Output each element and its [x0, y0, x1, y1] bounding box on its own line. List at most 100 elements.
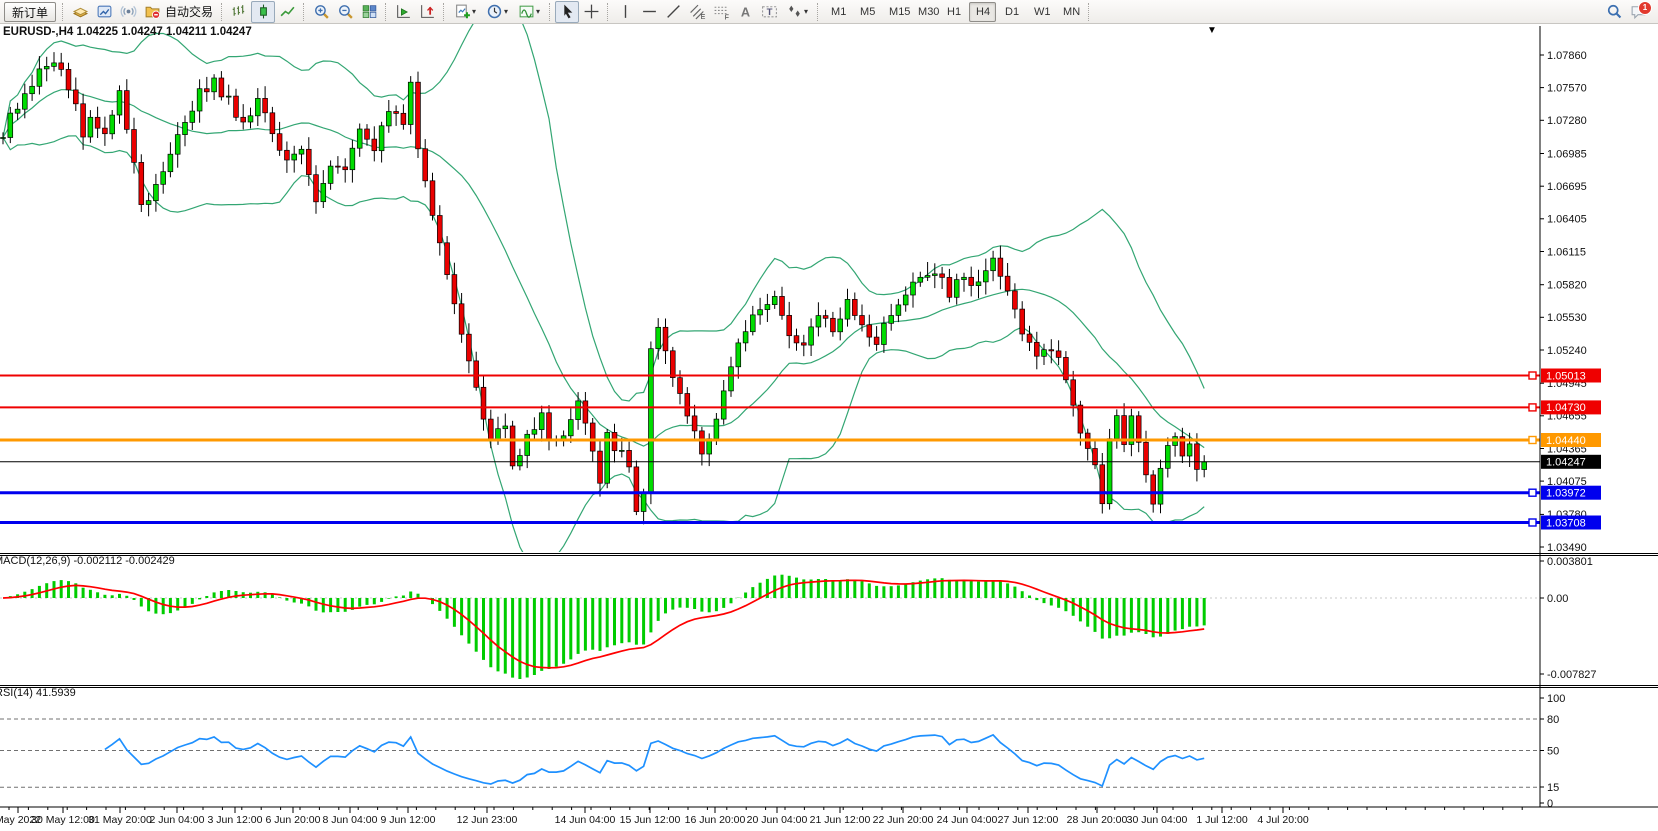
svg-text:30 May 12:00: 30 May 12:00: [31, 814, 95, 826]
svg-text:1.07280: 1.07280: [1547, 115, 1587, 127]
chevron-down-icon: ▾: [804, 7, 808, 16]
svg-text:16 Jun 20:00: 16 Jun 20:00: [685, 814, 746, 826]
svg-text:31 May 20:00: 31 May 20:00: [88, 814, 152, 826]
svg-text:1.04730: 1.04730: [1546, 402, 1586, 414]
timeframe-mn[interactable]: MN: [1056, 2, 1083, 22]
notifications-button[interactable]: 1: [1626, 1, 1650, 23]
chart-title: EURUSD-,H4 1.04225 1.04247 1.04211 1.042…: [3, 26, 252, 38]
periods-button[interactable]: ▾: [481, 1, 513, 23]
timeframe-m15[interactable]: M15: [882, 2, 909, 22]
text-label-button[interactable]: T: [757, 1, 781, 23]
svg-text:0.00: 0.00: [1547, 593, 1568, 605]
crosshair-button[interactable]: [579, 1, 603, 23]
svg-text:28 Jun 20:00: 28 Jun 20:00: [1067, 814, 1128, 826]
cursor-button[interactable]: [555, 1, 579, 23]
candlestick-chart-button[interactable]: [251, 1, 275, 23]
toolbar-separator: [1088, 3, 1090, 21]
candlestick-chart-icon: [255, 3, 272, 20]
line-chart-button[interactable]: [275, 1, 299, 23]
svg-text:12 Jun 23:00: 12 Jun 23:00: [457, 814, 518, 826]
timeframe-m30[interactable]: M30: [911, 2, 938, 22]
bars-chart-button[interactable]: [227, 1, 251, 23]
new-chart-button[interactable]: ▾: [449, 1, 481, 23]
fibonacci-icon: F: [713, 3, 730, 20]
timeframe-m5[interactable]: M5: [853, 2, 880, 22]
auto-trading-label[interactable]: 自动交易: [165, 3, 213, 20]
svg-text:27 Jun 12:00: 27 Jun 12:00: [998, 814, 1059, 826]
svg-text:F: F: [724, 14, 728, 20]
zoom-out-button[interactable]: [333, 1, 357, 23]
toolbar-separator: [385, 3, 387, 21]
auto-trading-button[interactable]: [140, 1, 164, 23]
chevron-down-icon: ▾: [504, 7, 508, 16]
svg-text:1.05013: 1.05013: [1546, 370, 1586, 382]
timeframe-w1[interactable]: W1: [1027, 2, 1054, 22]
svg-text:20 Jun 04:00: 20 Jun 04:00: [747, 814, 808, 826]
text-button[interactable]: A: [733, 1, 757, 23]
svg-text:1.04247: 1.04247: [1546, 457, 1586, 469]
macd-label: MACD(12,26,9) -0.002112 -0.002429: [0, 555, 175, 567]
periods-clock-icon: [486, 3, 503, 20]
chart-canvas[interactable]: 1.078601.075701.072801.069851.066951.064…: [0, 24, 1658, 831]
search-button[interactable]: [1602, 1, 1626, 23]
tile-windows-icon: [361, 3, 378, 20]
horizontal-line-button[interactable]: [637, 1, 661, 23]
new-order-button[interactable]: 新订单: [4, 2, 56, 22]
bars-chart-icon: [231, 3, 248, 20]
indicators-icon: [518, 3, 535, 20]
svg-text:3 Jun 12:00: 3 Jun 12:00: [208, 814, 263, 826]
new-chart-icon: [454, 3, 471, 20]
svg-text:50: 50: [1547, 745, 1559, 757]
svg-text:100: 100: [1547, 693, 1565, 705]
notification-badge: 1: [1638, 1, 1652, 15]
svg-text:4 Jul 20:00: 4 Jul 20:00: [1257, 814, 1309, 826]
vertical-line-icon: [617, 3, 634, 20]
toolbar-separator: [607, 3, 609, 21]
svg-text:22 Jun 20:00: 22 Jun 20:00: [873, 814, 934, 826]
chart-window-icon: [96, 3, 113, 20]
indicators-button[interactable]: ▾: [513, 1, 545, 23]
vertical-line-button[interactable]: [613, 1, 637, 23]
auto-scroll-button[interactable]: [391, 1, 415, 23]
channel-icon: E: [689, 3, 706, 20]
trendline-button[interactable]: [661, 1, 685, 23]
chart-shift-button[interactable]: [415, 1, 439, 23]
rsi-label: RSI(14) 41.5939: [0, 687, 76, 699]
search-icon: [1606, 3, 1623, 20]
chart-area[interactable]: 1.078601.075701.072801.069851.066951.064…: [0, 24, 1658, 831]
svg-text:1.06115: 1.06115: [1547, 246, 1586, 258]
svg-text:0.003801: 0.003801: [1547, 556, 1593, 568]
svg-text:8 Jun 04:00: 8 Jun 04:00: [323, 814, 378, 826]
timeframe-d1[interactable]: D1: [998, 2, 1025, 22]
cursor-icon: [559, 3, 576, 20]
svg-text:14 Jun 04:00: 14 Jun 04:00: [555, 814, 616, 826]
svg-text:1.06405: 1.06405: [1547, 214, 1587, 226]
timeframe-h1[interactable]: H1: [940, 2, 967, 22]
svg-text:T: T: [766, 7, 772, 18]
toolbar-separator: [817, 3, 819, 21]
crosshair-icon: [583, 3, 600, 20]
svg-text:0: 0: [1547, 798, 1553, 810]
channel-button[interactable]: E: [685, 1, 709, 23]
toolbar-separator: [303, 3, 305, 21]
zoom-in-button[interactable]: [309, 1, 333, 23]
svg-text:1.04440: 1.04440: [1546, 435, 1586, 447]
chart-window-button[interactable]: [92, 1, 116, 23]
timeframe-h4[interactable]: H4: [969, 2, 996, 22]
signal-button[interactable]: [116, 1, 140, 23]
chart-shift-icon: [419, 3, 436, 20]
line-chart-icon: [279, 3, 296, 20]
arrows-icon: [786, 3, 803, 20]
chevron-down-icon: ▾: [472, 7, 476, 16]
arrows-button[interactable]: ▾: [781, 1, 813, 23]
tile-windows-button[interactable]: [357, 1, 381, 23]
timeframe-m1[interactable]: M1: [824, 2, 851, 22]
toolbar-separator: [443, 3, 445, 21]
text-label-icon: T: [761, 3, 778, 20]
svg-text:1.05820: 1.05820: [1547, 280, 1587, 292]
chevron-down-icon: ▾: [536, 7, 540, 16]
fibonacci-button[interactable]: F: [709, 1, 733, 23]
svg-text:1 Jul 12:00: 1 Jul 12:00: [1196, 814, 1248, 826]
book-button[interactable]: [68, 1, 92, 23]
horizontal-line-icon: [641, 3, 658, 20]
